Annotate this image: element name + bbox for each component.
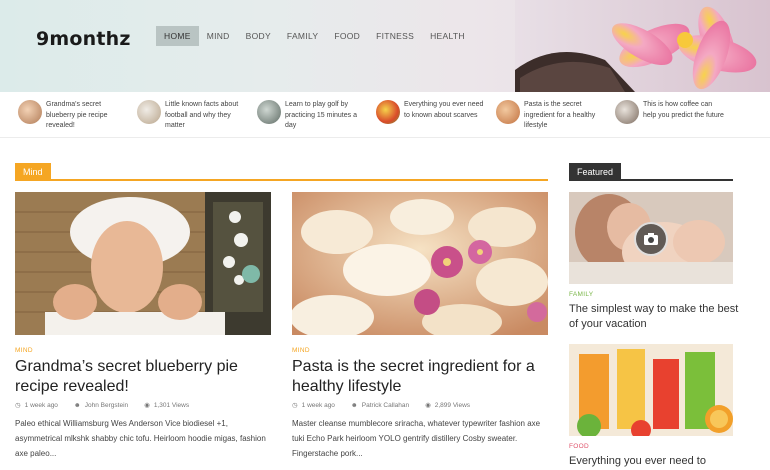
ticker-item[interactable]: Grandma's secret blueberry pie recipe re…	[18, 100, 130, 132]
featured-category[interactable]: FAMILY	[569, 291, 593, 298]
ticker-thumbnail	[376, 100, 400, 124]
post-meta: ◷ 1 week ago ☻ John Bergstein ◉ 1,301 Vi…	[15, 401, 190, 410]
ticker-title: Pasta is the secret ingredient for a hea…	[524, 101, 596, 129]
section-header: Mind	[15, 163, 548, 181]
ticker-thumbnail	[496, 100, 520, 124]
ticker-item[interactable]: This is how coffee can help you predict …	[615, 100, 727, 132]
featured-label[interactable]: Featured	[569, 163, 622, 181]
site-header: 9monthz HOME MIND BODY FAMILY FOOD FITNE…	[0, 0, 770, 92]
section-label-mind[interactable]: Mind	[15, 163, 51, 181]
candles-photo	[292, 192, 548, 335]
site-logo[interactable]: 9monthz	[36, 28, 131, 50]
post-date: 1 week ago	[24, 401, 58, 409]
featured-title[interactable]: The simplest way to make the best of you…	[569, 302, 739, 332]
nav-health[interactable]: HEALTH	[422, 26, 473, 46]
ticker-item[interactable]: Pasta is the secret ingredient for a hea…	[496, 100, 608, 132]
nav-family[interactable]: FAMILY	[279, 26, 326, 46]
post-views: 1,301 Views	[153, 401, 190, 409]
ticker-thumbnail	[18, 100, 42, 124]
eye-icon: ◉	[144, 402, 150, 409]
ticker-item[interactable]: Everything you ever need to known about …	[376, 100, 488, 132]
ticker-thumbnail	[137, 100, 161, 124]
ticker-title: Grandma's secret blueberry pie recipe re…	[46, 101, 108, 129]
post-author[interactable]: John Bergstein	[85, 402, 128, 409]
nav-fitness[interactable]: FITNESS	[368, 26, 422, 46]
post-author[interactable]: Patrick Callahan	[362, 402, 409, 409]
post-title[interactable]: Grandma’s secret blueberry pie recipe re…	[15, 357, 271, 397]
headline-ticker: Grandma's secret blueberry pie recipe re…	[0, 92, 770, 138]
featured-title[interactable]: Everything you ever need to known	[569, 454, 739, 470]
post-image-spa[interactable]	[15, 192, 271, 335]
camera-icon	[644, 233, 658, 245]
post-excerpt: Master cleanse mumblecore sriracha, what…	[292, 419, 541, 458]
post-category[interactable]: MIND	[292, 347, 310, 354]
post-excerpt: Paleo ethical Williamsburg Wes Anderson …	[15, 419, 266, 458]
post-title[interactable]: Pasta is the secret ingredient for a hea…	[292, 357, 548, 397]
nav-body[interactable]: BODY	[238, 26, 279, 46]
ticker-title: Everything you ever need to known about …	[404, 101, 484, 119]
ticker-title: Little known facts about football and wh…	[165, 101, 239, 129]
clock-icon: ◷	[292, 402, 298, 409]
user-icon: ☻	[73, 401, 81, 409]
eye-icon: ◉	[425, 402, 431, 409]
featured-category[interactable]: FOOD	[569, 443, 589, 450]
spa-photo	[15, 192, 271, 335]
ticker-thumbnail	[257, 100, 281, 124]
post-date: 1 week ago	[301, 401, 335, 409]
featured-image-juice[interactable]	[569, 344, 733, 436]
post-image-candles[interactable]	[292, 192, 548, 335]
juice-photo	[569, 344, 733, 436]
post-meta: ◷ 1 week ago ☻ Patrick Callahan ◉ 2,899 …	[292, 401, 471, 410]
nav-mind[interactable]: MIND	[199, 26, 238, 46]
nav-food[interactable]: FOOD	[326, 26, 368, 46]
post-category[interactable]: MIND	[15, 347, 33, 354]
ticker-title: Learn to play golf by practicing 15 minu…	[285, 101, 357, 129]
featured-header: Featured	[569, 163, 733, 181]
header-flower-image	[515, 0, 770, 92]
post-views: 2,899 Views	[434, 401, 471, 409]
ticker-thumbnail	[615, 100, 639, 124]
ticker-item[interactable]: Little known facts about football and wh…	[137, 100, 249, 132]
camera-icon-button[interactable]	[634, 222, 668, 256]
nav-home[interactable]: HOME	[156, 26, 199, 46]
clock-icon: ◷	[15, 402, 21, 409]
user-icon: ☻	[350, 401, 358, 409]
main-nav: HOME MIND BODY FAMILY FOOD FITNESS HEALT…	[156, 26, 473, 46]
ticker-item[interactable]: Learn to play golf by practicing 15 minu…	[257, 100, 369, 132]
ticker-title: This is how coffee can help you predict …	[643, 101, 724, 119]
